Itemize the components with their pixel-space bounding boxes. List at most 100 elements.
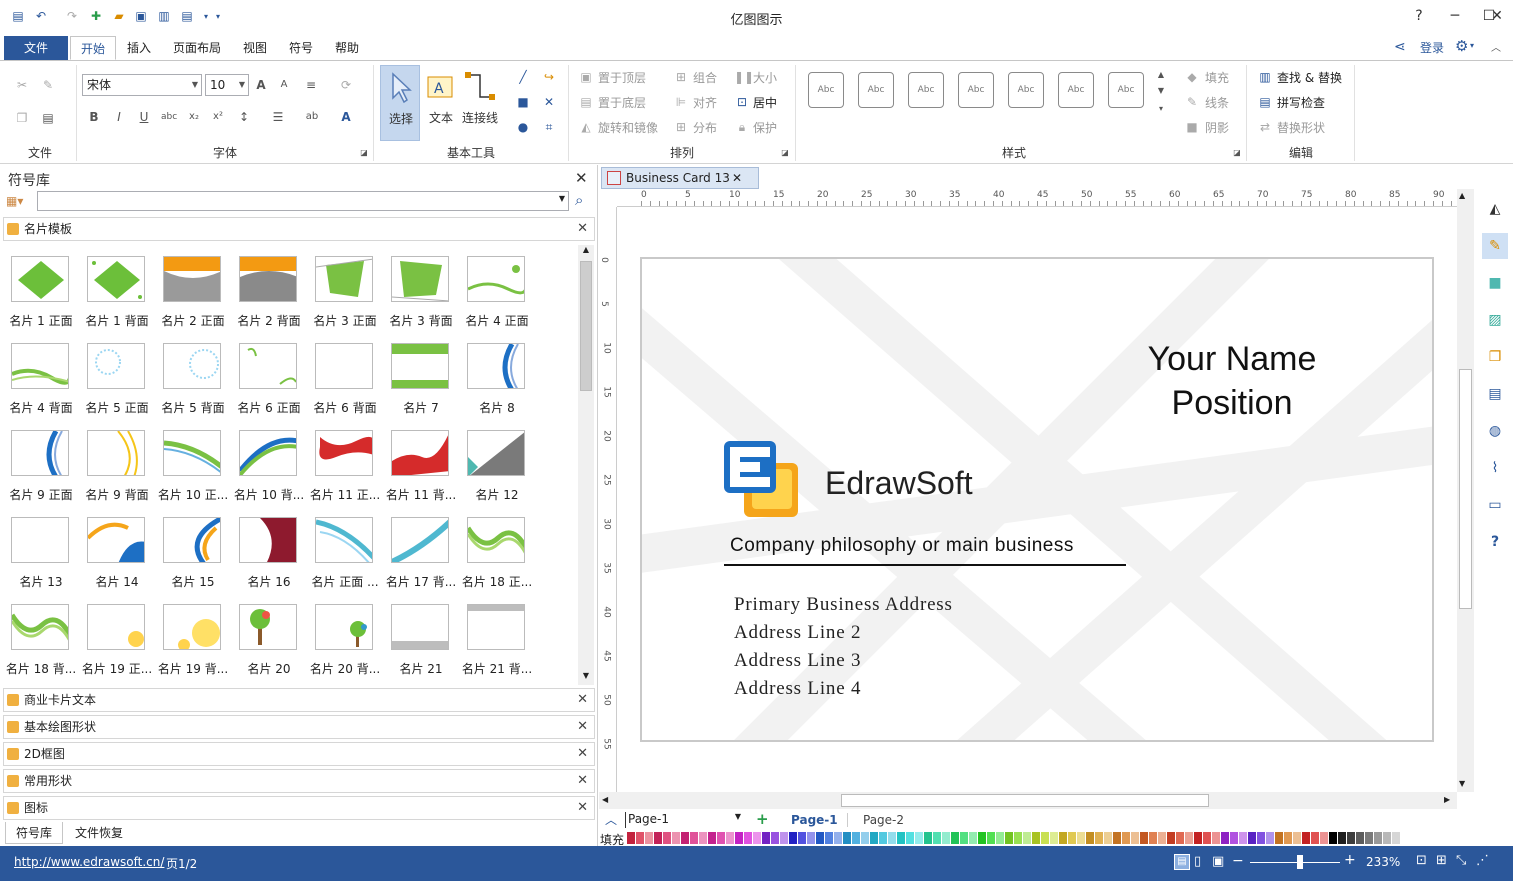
shape-item[interactable]: 名片 21 背... — [459, 598, 532, 680]
italic-icon[interactable]: I — [111, 109, 127, 125]
close-panel-icon[interactable]: ✕ — [575, 169, 588, 187]
color-swatch[interactable] — [861, 832, 869, 844]
color-swatch[interactable] — [1086, 832, 1094, 844]
shape-item[interactable]: 名片 6 正面 — [231, 337, 303, 419]
color-swatch[interactable] — [915, 832, 923, 844]
bold-icon[interactable]: B — [86, 109, 102, 125]
tab-symbol-library[interactable]: 符号库 — [5, 822, 63, 844]
color-swatch[interactable] — [681, 832, 689, 844]
shape-item[interactable]: 名片 18 背... — [3, 598, 76, 680]
shape-item[interactable]: 名片 16 — [231, 511, 303, 593]
color-swatch[interactable] — [627, 832, 635, 844]
color-swatch[interactable] — [834, 832, 842, 844]
zoom-slider-thumb[interactable] — [1297, 855, 1303, 869]
color-swatch[interactable] — [1356, 832, 1364, 844]
canvas-horizontal-scrollbar[interactable]: ◀ ▶ — [599, 792, 1457, 809]
color-swatch[interactable] — [645, 832, 653, 844]
shape-item[interactable]: 名片 正面 ... — [307, 511, 379, 593]
shape-item[interactable]: 名片 7 — [383, 337, 455, 419]
group-button[interactable]: 组合 — [693, 69, 717, 86]
color-swatch[interactable] — [1005, 832, 1013, 844]
shape-item[interactable]: 名片 18 正... — [459, 511, 532, 593]
shape-item[interactable]: 名片 1 正面 — [3, 250, 75, 332]
close-category-icon[interactable]: ✕ — [577, 743, 588, 765]
zoom-out-icon[interactable]: − — [1232, 853, 1244, 869]
color-swatch[interactable] — [951, 832, 959, 844]
shape-item[interactable]: 名片 19 正... — [79, 598, 152, 680]
search-icon[interactable]: ⌕ — [575, 191, 583, 209]
color-swatch[interactable] — [1329, 832, 1337, 844]
line-pen-icon[interactable]: ✎ — [1482, 233, 1508, 259]
settings-gear-icon[interactable]: ⚙ — [1455, 37, 1468, 55]
color-swatch[interactable] — [735, 832, 743, 844]
shape-item[interactable]: 名片 8 — [459, 337, 531, 419]
style-preset-5[interactable]: Abc — [1008, 72, 1044, 108]
shape-item[interactable]: 名片 17 背... — [383, 511, 456, 593]
layers-icon[interactable]: ❐ — [1482, 344, 1508, 370]
page-properties-icon[interactable]: ▤ — [1482, 381, 1508, 407]
help-icon[interactable]: ? — [1402, 4, 1436, 28]
color-swatch[interactable] — [1284, 832, 1292, 844]
color-swatch[interactable] — [1347, 832, 1355, 844]
page-tab-2[interactable]: Page-2 — [863, 813, 904, 827]
color-swatch[interactable] — [1140, 832, 1148, 844]
color-swatch[interactable] — [753, 832, 761, 844]
color-swatch[interactable] — [1203, 832, 1211, 844]
color-swatch[interactable] — [843, 832, 851, 844]
color-swatch[interactable] — [1131, 832, 1139, 844]
color-swatch[interactable] — [996, 832, 1004, 844]
rectangle-tool-icon[interactable]: ■ — [515, 94, 531, 110]
category-common-shapes[interactable]: 常用形状 ✕ — [3, 769, 595, 793]
document-tab[interactable]: Business Card 13 ✕ — [601, 167, 759, 189]
library-scrollbar[interactable]: ▲ ▼ — [578, 245, 594, 685]
shape-item[interactable]: 名片 4 正面 — [459, 250, 531, 332]
color-swatch[interactable] — [708, 832, 716, 844]
text-tool-button[interactable]: A 文本 — [421, 65, 461, 139]
shape-item[interactable]: 名片 19 背... — [155, 598, 228, 680]
tab-symbols[interactable]: 符号 — [280, 36, 322, 60]
card-address-block[interactable]: Primary Business Address Address Line 2 … — [734, 591, 953, 703]
tab-file[interactable]: 文件 — [4, 36, 68, 60]
shape-item[interactable]: 名片 21 — [383, 598, 455, 680]
shape-item[interactable]: 名片 6 背面 — [307, 337, 379, 419]
color-swatch[interactable] — [825, 832, 833, 844]
fit-page-icon[interactable]: ⊡ — [1416, 853, 1427, 868]
fill-button[interactable]: 填充 — [1205, 69, 1229, 86]
tab-home[interactable]: 开始 — [70, 36, 116, 60]
connector-tool-button[interactable]: 连接线 — [460, 65, 500, 139]
color-swatch[interactable] — [780, 832, 788, 844]
zoom-level[interactable]: 233% — [1366, 855, 1400, 869]
color-swatch[interactable] — [1122, 832, 1130, 844]
shape-item[interactable]: 名片 14 — [79, 511, 151, 593]
image-icon[interactable]: ▨ — [1482, 307, 1508, 333]
scroll-down-icon[interactable]: ▼ — [579, 671, 593, 685]
shape-item[interactable]: 名片 2 背面 — [231, 250, 303, 332]
color-swatch[interactable] — [897, 832, 905, 844]
page-up-icon[interactable]: ︿ — [605, 811, 617, 828]
settings-dropdown-icon[interactable]: ▾ — [1470, 41, 1474, 50]
paste-icon[interactable]: ▤ — [40, 110, 56, 126]
send-back-button[interactable]: 置于底层 — [598, 94, 646, 111]
section-header-business-card-templates[interactable]: 名片模板 ✕ — [3, 217, 595, 241]
fullscreen-icon[interactable]: ⤡ — [1456, 853, 1466, 868]
color-swatch[interactable] — [888, 832, 896, 844]
color-swatch[interactable] — [1311, 832, 1319, 844]
tab-file-recovery[interactable]: 文件恢复 — [66, 822, 132, 844]
color-swatch[interactable] — [663, 832, 671, 844]
color-swatch[interactable] — [1014, 832, 1022, 844]
text-highlight-icon[interactable]: ab — [304, 109, 320, 125]
fit-width-icon[interactable]: ⊞ — [1436, 853, 1447, 868]
color-swatch[interactable] — [978, 832, 986, 844]
color-swatch[interactable] — [1095, 832, 1103, 844]
fill-bucket-icon[interactable]: ◭ — [1482, 196, 1508, 222]
line-spacing-icon[interactable]: ↕ — [236, 109, 252, 125]
color-swatch[interactable] — [1185, 832, 1193, 844]
color-swatch[interactable] — [987, 832, 995, 844]
color-swatch[interactable] — [960, 832, 968, 844]
superscript-icon[interactable]: x² — [210, 109, 226, 125]
protect-button[interactable]: 保护 — [753, 119, 777, 136]
color-swatch[interactable] — [1041, 832, 1049, 844]
color-swatch[interactable] — [798, 832, 806, 844]
login-link[interactable]: 登录 — [1420, 39, 1444, 56]
close-section-icon[interactable]: ✕ — [577, 218, 588, 240]
